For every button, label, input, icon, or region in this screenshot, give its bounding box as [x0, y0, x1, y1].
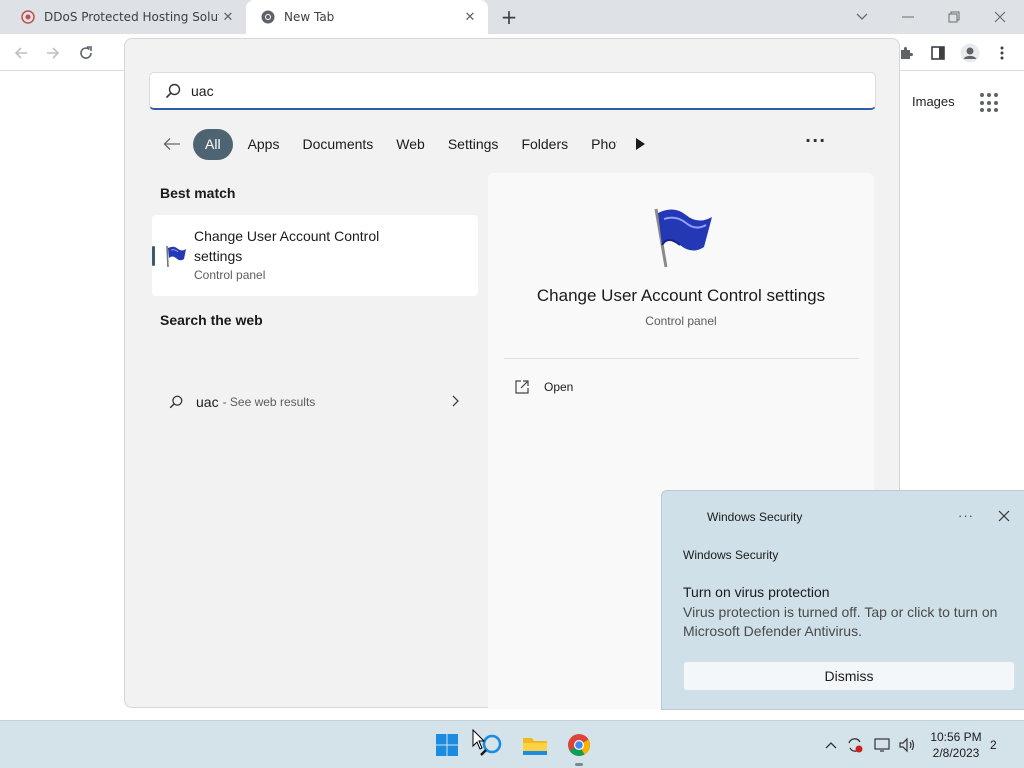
- divider: [504, 358, 859, 359]
- open-external-icon: [515, 380, 529, 394]
- best-match-item[interactable]: Change User Account Control settings Con…: [152, 215, 478, 296]
- filter-photos[interactable]: Photos: [583, 129, 617, 160]
- close-tab-icon[interactable]: ✕: [220, 9, 236, 25]
- volume-icon[interactable]: [898, 736, 916, 754]
- open-label: Open: [544, 380, 574, 394]
- scroll-filters-right-icon[interactable]: [633, 137, 647, 151]
- tab-title: New Tab: [284, 10, 335, 24]
- best-match-title: Change User Account Control settings: [194, 228, 380, 264]
- minimize-icon[interactable]: [888, 4, 928, 30]
- detail-title: Change User Account Control settings: [536, 286, 826, 305]
- new-tab-plus-icon[interactable]: +: [498, 5, 520, 29]
- filter-settings[interactable]: Settings: [440, 129, 507, 160]
- close-icon[interactable]: [996, 508, 1012, 524]
- filter-apps[interactable]: Apps: [240, 129, 288, 160]
- file-explorer-icon[interactable]: [521, 731, 549, 759]
- open-action[interactable]: Open: [514, 376, 573, 398]
- notification-count-badge[interactable]: 2: [990, 738, 997, 752]
- chrome-menu-icon[interactable]: [989, 40, 1015, 66]
- tab-new-tab[interactable]: New Tab ✕: [246, 0, 488, 34]
- mouse-cursor-icon: [472, 729, 486, 750]
- search-input[interactable]: [191, 82, 791, 99]
- forward-arrow-icon[interactable]: [40, 40, 66, 66]
- chevron-up-icon[interactable]: [822, 736, 840, 754]
- back-arrow-icon[interactable]: [159, 131, 185, 157]
- selection-indicator: [152, 246, 155, 266]
- windows-security-notification[interactable]: Windows Security ··· Windows Security Tu…: [661, 490, 1024, 710]
- notification-body: Virus protection is turned off. Tap or c…: [683, 604, 998, 639]
- uac-flag-icon: [166, 245, 186, 268]
- best-match-subtitle: Control panel: [194, 268, 266, 282]
- search-icon: [165, 83, 181, 98]
- web-result-suffix: - See web results: [222, 395, 316, 409]
- close-window-icon[interactable]: [980, 4, 1020, 30]
- notification-source: Windows Security: [683, 548, 779, 562]
- site-favicon-icon: [20, 9, 36, 25]
- running-indicator: [575, 763, 583, 766]
- start-windows-icon[interactable]: [433, 731, 461, 759]
- more-options-icon[interactable]: ···: [958, 508, 974, 523]
- detail-subtitle: Control panel: [645, 314, 717, 328]
- taskbar: 10:56 PM 2/8/2023 2: [0, 720, 1024, 768]
- tab-search-chevron-icon[interactable]: [842, 4, 882, 30]
- chrome-favicon-icon: [260, 9, 276, 25]
- back-arrow-icon[interactable]: [8, 40, 34, 66]
- chevron-right-icon: [452, 395, 459, 407]
- taskbar-clock[interactable]: 10:56 PM 2/8/2023: [926, 729, 986, 761]
- dismiss-button[interactable]: Dismiss: [683, 661, 1015, 691]
- best-match-heading: Best match: [160, 185, 236, 201]
- chrome-icon[interactable]: [565, 731, 593, 759]
- close-tab-icon[interactable]: ✕: [462, 9, 478, 25]
- search-web-heading: Search the web: [160, 312, 263, 328]
- search-filter-bar: All Apps Documents Web Settings Folders …: [159, 128, 647, 160]
- reload-icon[interactable]: [73, 40, 99, 66]
- web-result-query: uac: [196, 394, 219, 410]
- images-link[interactable]: Images: [912, 94, 955, 109]
- notification-app-name: Windows Security: [707, 510, 803, 524]
- restore-icon[interactable]: [934, 4, 974, 30]
- sync-status-icon[interactable]: [846, 736, 864, 754]
- uac-flag-icon: [654, 208, 712, 268]
- more-options-icon[interactable]: ···: [805, 131, 826, 150]
- clock-time: 10:56 PM: [930, 730, 982, 744]
- filter-documents[interactable]: Documents: [294, 129, 381, 160]
- google-apps-grid-icon[interactable]: [980, 93, 1000, 113]
- browser-tab-strip: DDoS Protected Hosting Solutions ✕ New T…: [0, 0, 1024, 34]
- search-icon: [169, 395, 183, 409]
- profile-avatar-icon[interactable]: [957, 40, 983, 66]
- notification-heading: Turn on virus protection: [683, 584, 830, 600]
- filter-all[interactable]: All: [193, 128, 233, 160]
- filter-web[interactable]: Web: [388, 129, 433, 160]
- side-panel-icon[interactable]: [925, 40, 951, 66]
- tab-ddos-hosting[interactable]: DDoS Protected Hosting Solutions ✕: [8, 0, 246, 34]
- tab-title: DDoS Protected Hosting Solutions: [44, 10, 219, 24]
- filter-folders[interactable]: Folders: [513, 129, 576, 160]
- network-icon[interactable]: [873, 736, 891, 754]
- search-box[interactable]: [149, 72, 876, 110]
- clock-date: 2/8/2023: [932, 746, 980, 760]
- web-result-item[interactable]: uac - See web results: [152, 383, 478, 421]
